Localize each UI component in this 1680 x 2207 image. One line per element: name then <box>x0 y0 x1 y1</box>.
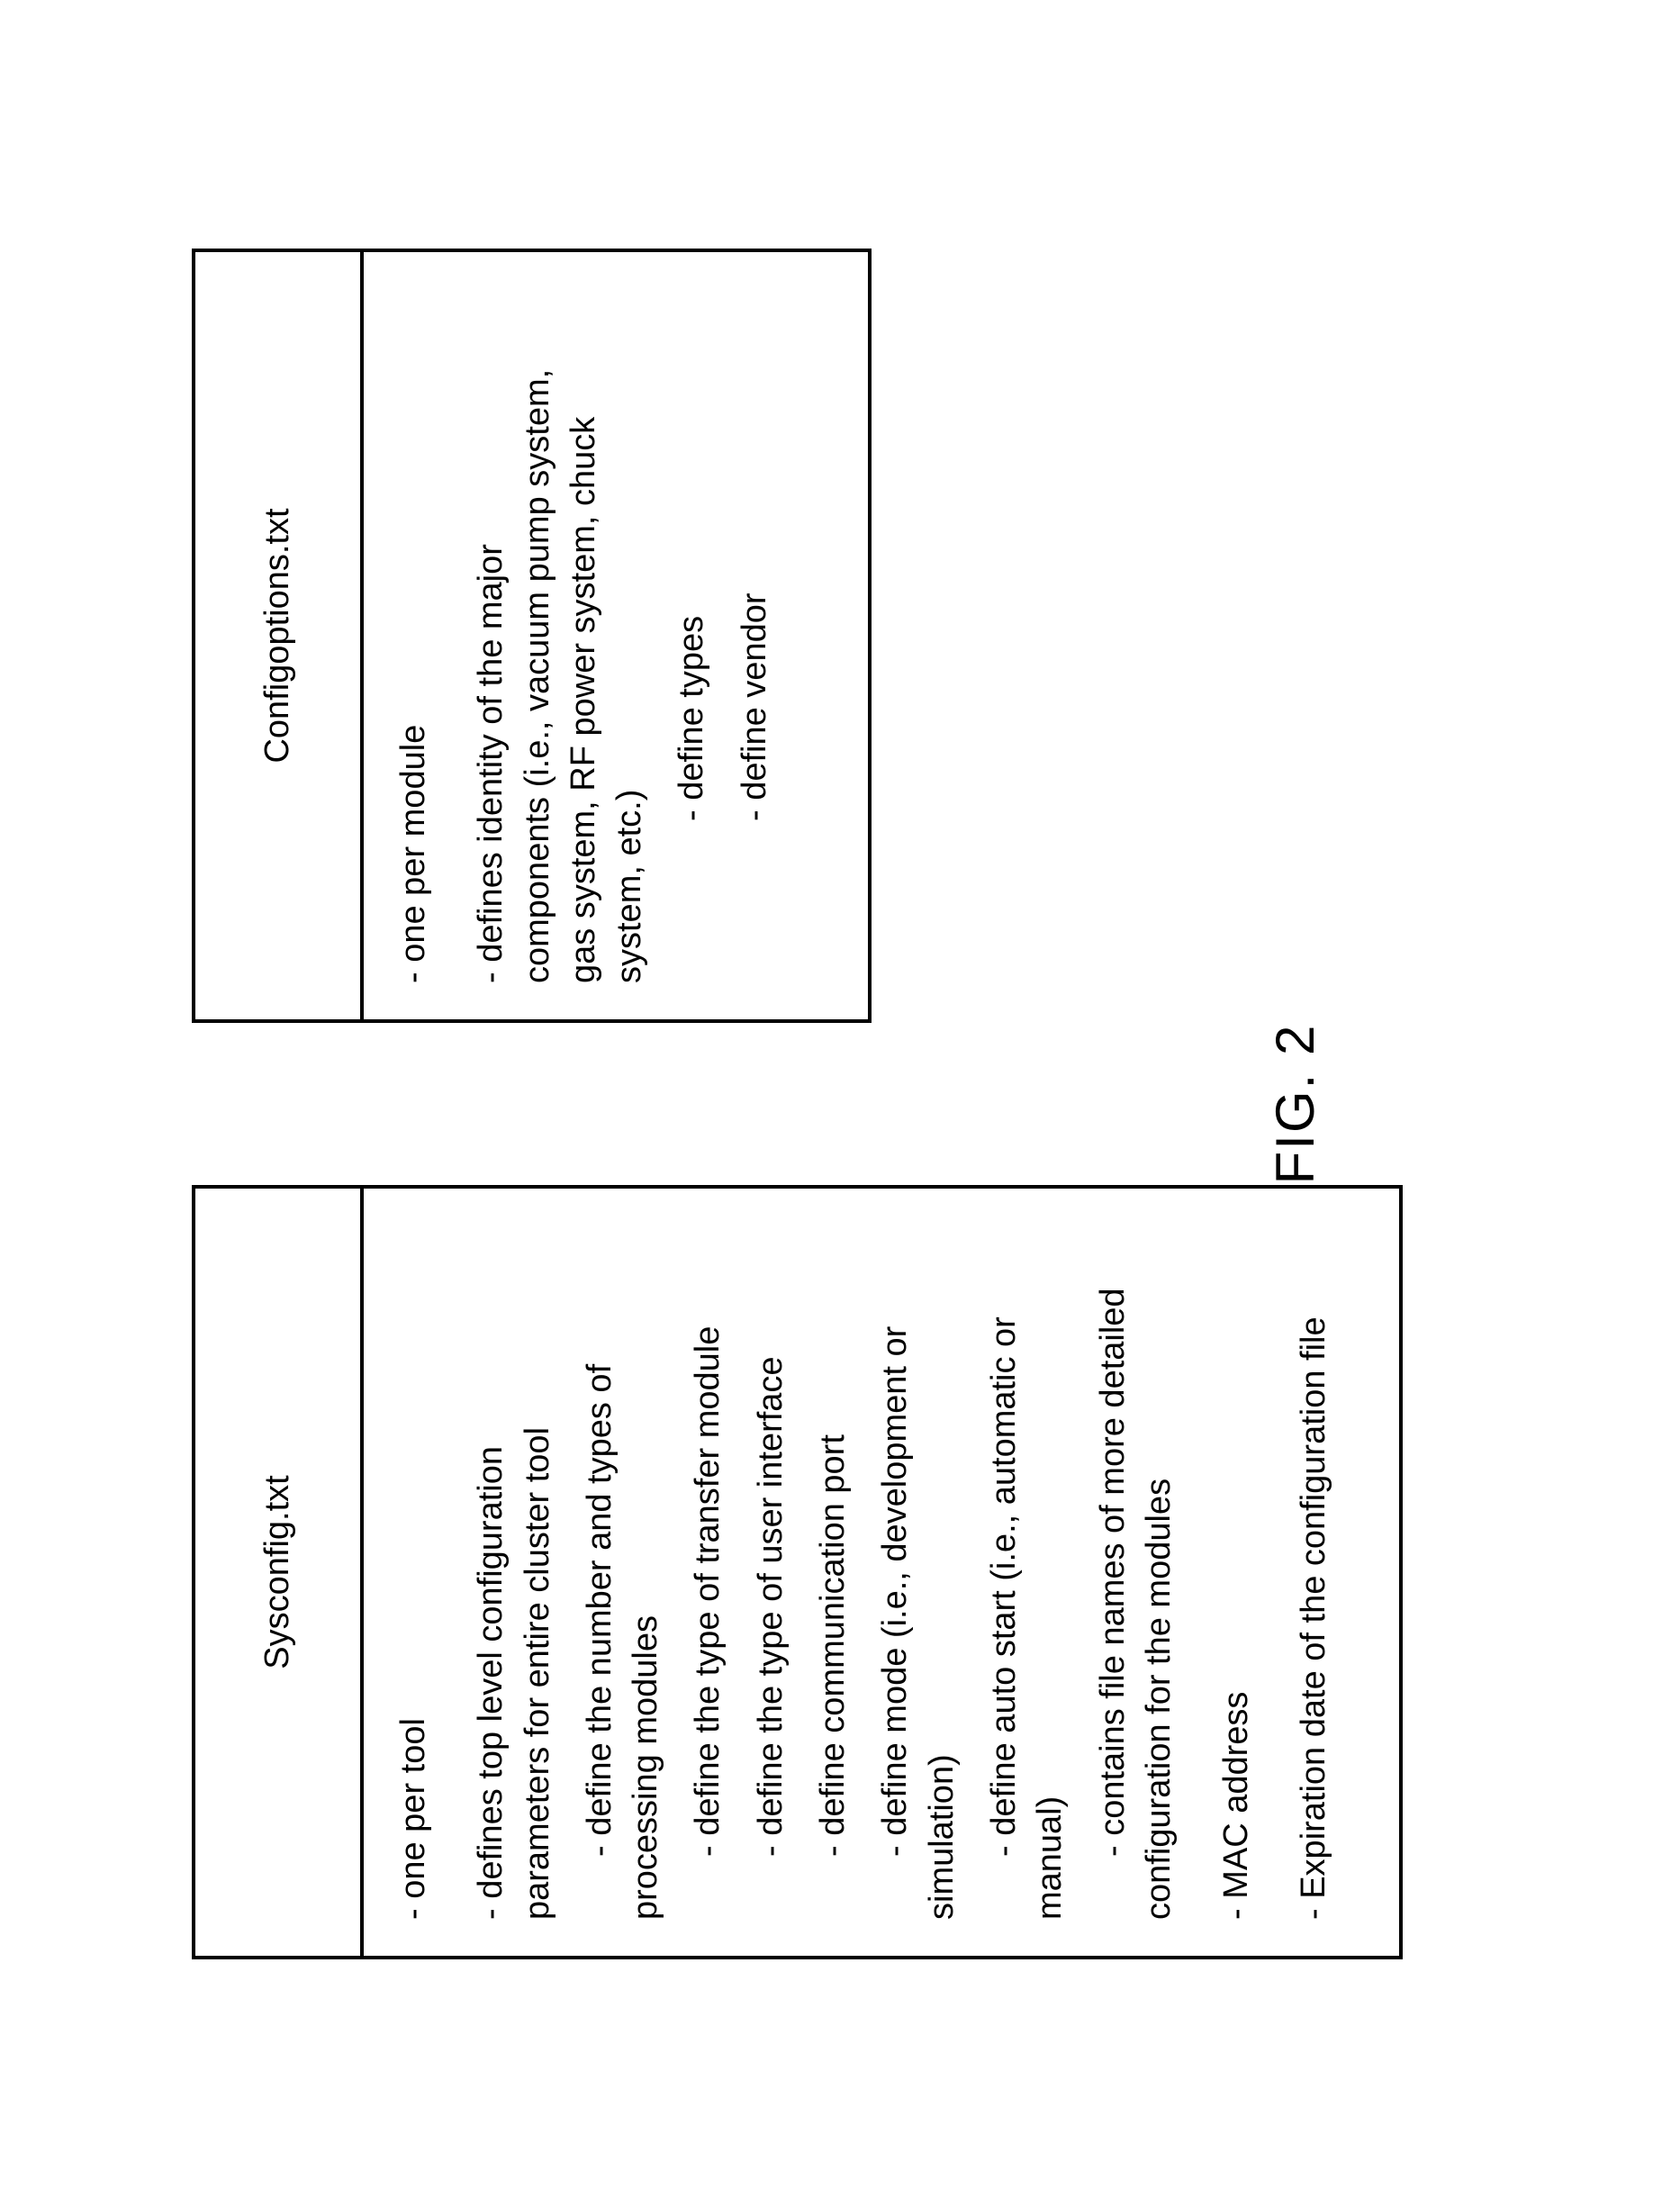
sysconfig-item-5: - define the type of user interface <box>748 1225 794 1920</box>
figure-label-text: FIG. 2 <box>1265 1023 1325 1184</box>
sysconfig-item-6: - define communication port <box>810 1225 856 1920</box>
text: configuration for the modules <box>1136 1225 1182 1920</box>
sysconfig-item-4: - define the type of transfer module <box>685 1225 731 1920</box>
configoptions-item-3: - define types <box>669 288 715 983</box>
text: - define vendor <box>732 288 778 983</box>
text: - define mode (i.e., development or <box>872 1225 918 1920</box>
configoptions-body: - one per module - defines identity of t… <box>364 252 868 1019</box>
sysconfig-item-9: - contains file names of more detailed c… <box>1090 1225 1183 1920</box>
text: parameters for entire cluster tool <box>515 1225 561 1920</box>
configoptions-item-4: - define vendor <box>732 288 778 983</box>
sysconfig-item-10: - MAC address <box>1214 1225 1260 1920</box>
text: - define types <box>669 288 715 983</box>
sysconfig-title: Sysconfig.txt <box>258 1475 296 1669</box>
text: manual) <box>1027 1225 1073 1920</box>
text: components (i.e., vacuum pump system, <box>515 288 561 983</box>
diagram-container: Sysconfig.txt - one per tool - defines t… <box>120 113 1560 2094</box>
text: - MAC address <box>1217 1691 1255 1919</box>
configoptions-header: Configoptions.txt <box>195 252 364 1019</box>
text: gas system, RF power system, chuck <box>561 288 607 983</box>
sysconfig-table: Sysconfig.txt - one per tool - defines t… <box>192 1185 1403 1959</box>
sysconfig-header: Sysconfig.txt <box>195 1189 364 1956</box>
text: - Expiration date of the configuration f… <box>1295 1316 1332 1920</box>
figure-label: FIG. 2 <box>1264 1023 1326 1184</box>
configoptions-item-1: - one per module <box>391 288 437 983</box>
text: - defines top level configuration <box>468 1225 514 1920</box>
text: - contains file names of more detailed <box>1090 1225 1136 1920</box>
tables-row: Sysconfig.txt - one per tool - defines t… <box>120 113 1403 2094</box>
text: - define auto start (i.e., automatic or <box>981 1225 1027 1920</box>
text: - one per tool <box>394 1718 432 1920</box>
sysconfig-item-3: - define the number and types of process… <box>577 1225 670 1920</box>
text: system, etc.) <box>607 288 653 983</box>
sysconfig-item-2: - defines top level configuration parame… <box>468 1225 561 1920</box>
sysconfig-item-7: - define mode (i.e., development or simu… <box>872 1225 965 1920</box>
text: - define the type of transfer module <box>685 1225 731 1920</box>
text: - define the number and types of <box>577 1225 623 1920</box>
sysconfig-item-11: - Expiration date of the configuration f… <box>1291 1225 1337 1920</box>
text: simulation) <box>919 1225 965 1920</box>
text: - define communication port <box>810 1225 856 1920</box>
configoptions-title: Configoptions.txt <box>258 508 296 763</box>
sysconfig-body: - one per tool - defines top level confi… <box>364 1189 1399 1956</box>
text: - define the type of user interface <box>748 1225 794 1920</box>
configoptions-table: Configoptions.txt - one per module - def… <box>192 249 872 1023</box>
text: - one per module <box>394 724 432 982</box>
sysconfig-item-8: - define auto start (i.e., automatic or … <box>981 1225 1074 1920</box>
text: processing modules <box>623 1225 669 1920</box>
text: - defines identity of the major <box>468 288 514 983</box>
sysconfig-item-1: - one per tool <box>391 1225 437 1920</box>
configoptions-item-2: - defines identity of the major componen… <box>468 288 653 983</box>
